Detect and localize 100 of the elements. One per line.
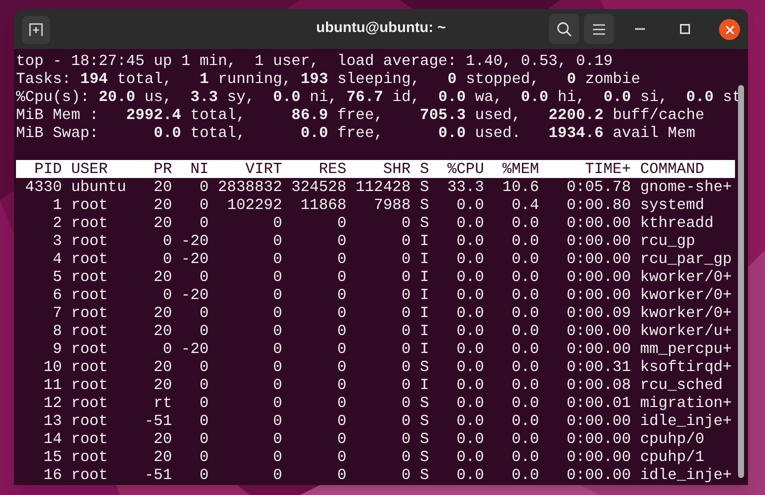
table-cell-text: 10 bbox=[42, 358, 62, 376]
table-cell-text: 0 bbox=[400, 250, 411, 268]
table-cell-text: 0.0 bbox=[456, 268, 484, 286]
table-cell-text: 0 bbox=[198, 268, 209, 286]
table-cell-text: 0.0 bbox=[510, 358, 540, 376]
table-cell-text: 0:00.00 bbox=[566, 448, 631, 466]
table-cell-text: 0 bbox=[336, 322, 346, 340]
table-cell-text: 0 bbox=[400, 322, 411, 340]
scrollbar[interactable] bbox=[738, 85, 744, 478]
table-cell-text: 0.0 bbox=[456, 322, 484, 340]
table-cell: S bbox=[420, 466, 429, 484]
table-cell-text: 0 bbox=[336, 268, 346, 286]
table-cell-text: 20 bbox=[152, 268, 172, 286]
table-cell-text: 0 bbox=[272, 232, 282, 250]
table-cell-text: -20 bbox=[180, 250, 209, 268]
table-cell-text: 16 bbox=[42, 466, 62, 484]
table-cell-text: 0.0 bbox=[510, 286, 540, 304]
table-cell: I bbox=[420, 286, 429, 304]
table-cell-text: 0 bbox=[400, 304, 411, 322]
table-cell-text: 0.0 bbox=[510, 232, 540, 250]
table-cell-text: root bbox=[71, 322, 109, 340]
summary-line: MiB Swap: 0.0 total, 0.0 free, 0.0 used. 1934.6 avail Mem bbox=[16, 124, 696, 142]
table-cell-text: 0.0 bbox=[456, 196, 484, 214]
table-cell-text: -20 bbox=[180, 340, 209, 358]
table-cell-text: -20 bbox=[180, 286, 209, 304]
table-cell-text: 0 bbox=[272, 430, 282, 448]
table-cell-text: 0 bbox=[272, 376, 282, 394]
table-cell-text: 12 bbox=[42, 394, 62, 412]
table-cell-text: 0.0 bbox=[510, 394, 540, 412]
menu-button[interactable] bbox=[584, 14, 614, 44]
table-cell-text: 11 bbox=[42, 376, 62, 394]
search-icon bbox=[556, 22, 572, 36]
table-cell-text: 0 bbox=[162, 232, 172, 250]
table-cell: I bbox=[420, 232, 429, 250]
table-cell-text: root bbox=[71, 448, 109, 466]
table-cell-text: 0 bbox=[336, 304, 346, 322]
table-cell-text: 0 bbox=[400, 214, 411, 232]
table-cell-text: root bbox=[71, 358, 109, 376]
table-cell: S bbox=[420, 394, 429, 412]
table-cell-text: root bbox=[71, 214, 109, 232]
table-cell-text: 0.0 bbox=[456, 250, 484, 268]
table-cell-text: root bbox=[71, 232, 109, 250]
new-tab-button[interactable] bbox=[22, 16, 50, 44]
table-cell-text: 0 bbox=[272, 214, 282, 232]
table-cell-text: 0 bbox=[272, 250, 282, 268]
table-cell-text: root bbox=[71, 268, 109, 286]
table-cell-text: 0 bbox=[400, 466, 411, 484]
table-cell-text: 0.0 bbox=[456, 466, 484, 484]
table-cell-text: root bbox=[71, 196, 109, 214]
table-cell-text: 0 bbox=[198, 214, 209, 232]
table-cell-text: 0 bbox=[272, 286, 282, 304]
table-cell-text: 0 bbox=[198, 412, 209, 430]
table-cell-text: 0.0 bbox=[456, 232, 484, 250]
table-cell: rcu_sched bbox=[640, 376, 723, 394]
table-cell-text: 0.0 bbox=[510, 304, 540, 322]
table-cell-text: 0 bbox=[336, 250, 346, 268]
table-cell: S bbox=[420, 178, 429, 196]
summary-line: top - 18:27:45 up 1 min, 1 user, load average: 1.40, 0.53, 0.19 bbox=[16, 52, 614, 70]
table-cell: cpuhp/1 bbox=[640, 448, 704, 466]
table-cell-text: 0:00.00 bbox=[566, 214, 631, 232]
minimize-icon bbox=[635, 28, 645, 30]
table-cell-text: 0 bbox=[336, 376, 346, 394]
table-cell-text: 0 bbox=[400, 358, 411, 376]
column-header: USER bbox=[71, 160, 109, 178]
table-cell-text: 0.4 bbox=[510, 196, 540, 214]
table-cell-text: 0.0 bbox=[456, 358, 484, 376]
table-cell-text: 13 bbox=[42, 412, 62, 430]
table-cell: kworker/0+ bbox=[640, 268, 732, 286]
close-button[interactable] bbox=[719, 19, 740, 40]
table-cell: migration+ bbox=[640, 394, 732, 412]
table-cell: -51 bbox=[144, 412, 172, 430]
column-header: COMMAND bbox=[640, 160, 704, 178]
table-cell-text: 0:00.00 bbox=[566, 340, 631, 358]
table-cell-text: 20 bbox=[152, 430, 172, 448]
table-cell-text: 20 bbox=[152, 376, 172, 394]
table-cell-text: 1 bbox=[52, 196, 62, 214]
table-cell: systemd bbox=[640, 196, 704, 214]
table-cell-text: root bbox=[71, 340, 109, 358]
table-cell-text: 0:05.78 bbox=[566, 178, 631, 196]
table-cell-text: 33.3 bbox=[446, 178, 484, 196]
table-cell-text: 0 bbox=[198, 304, 209, 322]
table-cell: mm_percpu+ bbox=[640, 340, 732, 358]
table-cell: S bbox=[420, 358, 429, 376]
table-cell-text: 0 bbox=[272, 304, 282, 322]
table-cell: kworker/0+ bbox=[640, 304, 732, 322]
table-cell-text: 20 bbox=[152, 178, 172, 196]
column-header: RES bbox=[318, 160, 346, 178]
table-cell-text: root bbox=[71, 286, 109, 304]
search-button[interactable] bbox=[549, 14, 579, 44]
table-cell-text: 20 bbox=[152, 304, 172, 322]
table-cell: idle_inje+ bbox=[640, 466, 732, 484]
table-cell-text: 0:00.00 bbox=[566, 412, 631, 430]
column-header: S bbox=[420, 160, 429, 178]
table-cell-text: 4330 bbox=[24, 178, 62, 196]
table-cell-text: 0:00.00 bbox=[566, 430, 631, 448]
table-cell-text: 0:00.09 bbox=[566, 304, 631, 322]
table-cell: ksoftirqd+ bbox=[640, 358, 732, 376]
table-cell-text: 0 bbox=[272, 322, 282, 340]
table-cell-text: 0.0 bbox=[510, 322, 540, 340]
table-cell-text: 0 bbox=[198, 178, 209, 196]
